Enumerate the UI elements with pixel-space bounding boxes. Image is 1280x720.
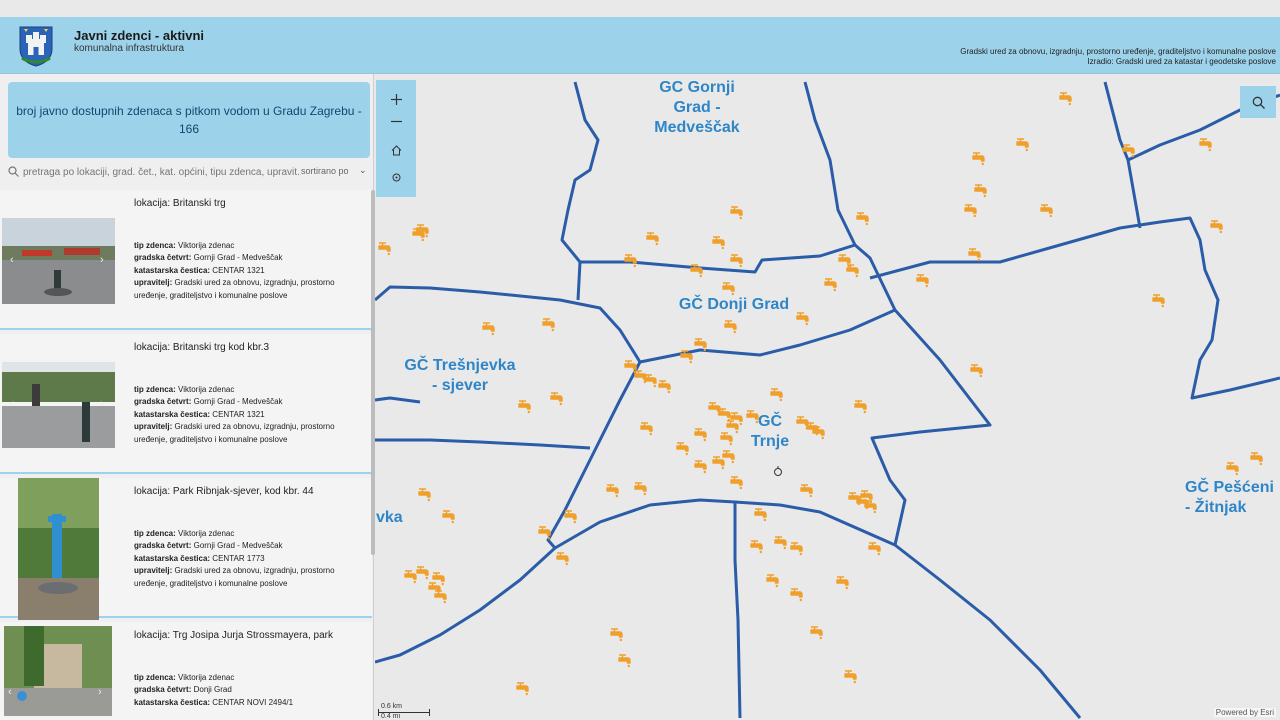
type-value: Viktorija zdenac — [178, 529, 235, 538]
district-value: Gornji Grad - Medveščak — [193, 253, 283, 263]
list-item[interactable]: ‹ › lokacija: Park Ribnjak-sjever, kod k… — [0, 478, 372, 620]
list-item[interactable]: ‹ › lokacija: Trg Josipa Jurja Strossmay… — [0, 622, 372, 720]
search-icon — [1252, 96, 1265, 109]
location-value: Britanski trg kod kbr.3 — [172, 342, 270, 353]
fountain-photo: ‹ › — [2, 218, 115, 304]
label-manager: upravitelj: — [134, 422, 173, 432]
type-value: Viktorija zdenac — [178, 241, 235, 250]
plus-icon — [390, 93, 402, 105]
app-title: Javni zdenci - aktivni — [74, 28, 205, 43]
fountain-photo: ‹ › — [4, 626, 112, 716]
zoom-in-button[interactable] — [386, 90, 406, 108]
label-location: lokacija: — [134, 486, 171, 497]
label-location: lokacija: — [134, 342, 171, 353]
parcel-value: CENTAR NOVI 2494/1 — [212, 697, 294, 707]
card-details: tip zdenca: Viktorija zdenac gradska čet… — [134, 528, 356, 590]
locate-button[interactable] — [386, 168, 406, 186]
parcel-value: CENTAR 1321 — [212, 409, 265, 419]
list-item[interactable]: ‹ › lokacija: Britanski trg tip zdenca: … — [0, 190, 372, 330]
label-location: lokacija: — [134, 630, 171, 641]
district-value: Gornji Grad - Medveščak — [193, 397, 283, 407]
home-icon — [391, 144, 401, 155]
scale-tick-start — [378, 709, 379, 716]
fountain-photo: ‹ › — [18, 478, 99, 620]
map-view[interactable]: GČ Gornji Grad -Medveščak GČ Donji Grad GČ … — [375, 80, 1280, 720]
district-label-donji: GČ Donji Grad — [679, 294, 789, 313]
prev-photo-arrow[interactable]: ‹ — [8, 686, 12, 698]
parcel-value: CENTAR 1773 — [212, 553, 265, 563]
location-value: Trg Josipa Jurja Strossmayera, park — [172, 630, 333, 641]
map-canvas[interactable]: GČ Gornji Grad -MedveščakGČ Donji GradGČ … — [375, 80, 1280, 720]
type-value: Viktorija zdenac — [178, 673, 235, 682]
card-details: tip zdenca: Viktorija zdenac gradska čet… — [134, 240, 356, 302]
label-district: gradska četvrt: — [134, 685, 192, 695]
list-item[interactable]: ‹ › lokacija: Britanski trg kod kbr.3 ti… — [0, 334, 372, 474]
card-location: lokacija: Britanski trg kod kbr.3 — [134, 342, 269, 353]
label-manager: upravitelj: — [134, 566, 173, 576]
app-root: Javni zdenci - aktivni komunalna infrast… — [0, 0, 1280, 720]
card-location: lokacija: Park Ribnjak-sjever, kod kbr. … — [134, 486, 314, 497]
map-search-button[interactable] — [1240, 86, 1276, 118]
home-button[interactable] — [386, 141, 406, 159]
location-value: Britanski trg — [172, 198, 226, 209]
scale-mi: 0.4 mi — [381, 713, 401, 720]
sort-dropdown-label[interactable]: sortirano po — [301, 166, 349, 176]
prev-photo-arrow[interactable]: ‹ — [10, 254, 14, 266]
map-controls — [376, 80, 416, 197]
district-value: Donji Grad — [193, 685, 232, 695]
scale-tick-end — [429, 709, 430, 716]
sidebar: broj javno dostupnih zdenaca s pitkom vo… — [0, 74, 375, 720]
top-strip — [0, 0, 1280, 17]
locate-icon — [392, 173, 400, 181]
district-value: Gornji Grad - Medveščak — [193, 541, 283, 551]
label-district: gradska četvrt: — [134, 541, 192, 551]
district-label-vka: vka — [376, 509, 403, 526]
fountain-photo: ‹ › — [2, 362, 115, 448]
label-district: gradska četvrt: — [134, 397, 192, 407]
next-photo-arrow[interactable]: › — [100, 398, 104, 410]
label-parcel: katastarska čestica: — [134, 265, 211, 275]
location-value: Park Ribnjak-sjever, kod kbr. 44 — [172, 486, 314, 497]
next-photo-arrow[interactable]: › — [98, 686, 102, 698]
card-location: lokacija: Trg Josipa Jurja Strossmayera,… — [134, 630, 333, 641]
zoom-out-button[interactable] — [386, 112, 406, 130]
credit-line-owner: Gradski ured za obnovu, izgradnju, prost… — [960, 47, 1276, 56]
label-type: tip zdenca: — [134, 673, 176, 682]
label-parcel: katastarska čestica: — [134, 409, 211, 419]
app-subtitle: komunalna infrastruktura — [74, 43, 185, 54]
label-type: tip zdenca: — [134, 385, 176, 394]
fountain-list: ‹ › lokacija: Britanski trg tip zdenca: … — [0, 190, 372, 720]
prev-photo-arrow[interactable]: ‹ — [10, 398, 14, 410]
fountain-count-info: broj javno dostupnih zdenaca s pitkom vo… — [8, 82, 370, 158]
chevron-down-icon[interactable]: ⌄ — [359, 165, 367, 176]
next-photo-arrow[interactable]: › — [100, 254, 104, 266]
card-location: lokacija: Britanski trg — [134, 198, 226, 209]
search-icon — [8, 166, 19, 177]
minus-icon — [390, 120, 402, 122]
map-attribution: Powered by Esri — [1213, 708, 1276, 717]
scale-bar: 0.6 km 0.4 mi — [378, 701, 432, 720]
credit-line-author: Izradio: Gradski ured za katastar i geod… — [1087, 57, 1276, 66]
label-parcel: katastarska čestica: — [134, 697, 211, 707]
label-manager: upravitelj: — [134, 278, 173, 288]
label-parcel: katastarska čestica: — [134, 553, 211, 563]
app-header: Javni zdenci - aktivni komunalna infrast… — [0, 17, 1280, 74]
card-details: tip zdenca: Viktorija zdenac gradska čet… — [134, 672, 356, 709]
label-district: gradska četvrt: — [134, 253, 192, 263]
label-type: tip zdenca: — [134, 529, 176, 538]
label-location: lokacija: — [134, 198, 171, 209]
type-value: Viktorija zdenac — [178, 385, 235, 394]
credits: Gradski ured za obnovu, izgradnju, prost… — [960, 47, 1276, 67]
card-details: tip zdenca: Viktorija zdenac gradska čet… — [134, 384, 356, 446]
list-search-row: sortirano po ⌄ — [4, 162, 370, 182]
scale-km: 0.6 km — [381, 703, 403, 710]
list-search-input[interactable] — [23, 164, 301, 180]
label-type: tip zdenca: — [134, 241, 176, 250]
zagreb-coat-of-arms-logo — [19, 26, 53, 67]
parcel-value: CENTAR 1321 — [212, 265, 265, 275]
